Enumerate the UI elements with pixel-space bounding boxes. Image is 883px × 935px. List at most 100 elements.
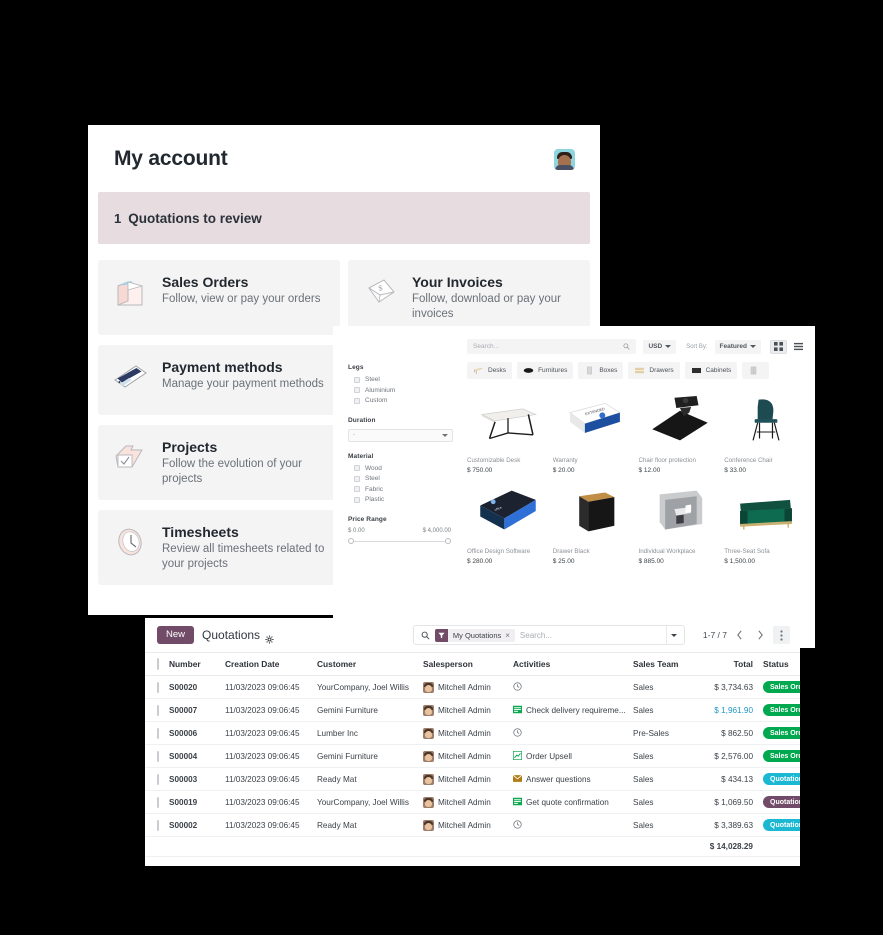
duration-select[interactable]: - <box>348 428 453 442</box>
category-desks[interactable]: Desks <box>467 362 513 379</box>
category-cabinets[interactable]: Cabinets <box>684 362 738 379</box>
table-row[interactable]: S00004 11/03/2023 09:06:45 Gemini Furnitur… <box>145 744 800 768</box>
row-select-cell[interactable] <box>145 721 169 745</box>
row-select-cell[interactable] <box>145 790 169 814</box>
account-card-sales-orders[interactable]: Sales Orders Follow, view or pay your or… <box>98 260 340 335</box>
column-header-sales-team[interactable]: Sales Team <box>633 652 695 676</box>
row-select-cell[interactable] <box>145 744 169 768</box>
account-card-timesheets[interactable]: Timesheets Review all timesheets related… <box>98 510 340 585</box>
table-row[interactable]: S00020 11/03/2023 09:06:45 YourCompany, Jo… <box>145 675 800 699</box>
grid-view-icon[interactable] <box>770 339 787 354</box>
column-header-activities[interactable]: Activities <box>513 652 633 676</box>
row-checkbox[interactable] <box>157 773 159 785</box>
product-card[interactable]: Drawer Black $ 25.00 <box>552 477 636 565</box>
filter-option-label: Wood <box>365 464 382 472</box>
avatar[interactable] <box>554 148 575 170</box>
cell-customer: Ready Mat <box>317 813 423 837</box>
filter-option-material-steel[interactable]: Steel <box>348 475 453 482</box>
table-row[interactable]: S00002 11/03/2023 09:06:45 Ready Mat Mitche… <box>145 813 800 837</box>
product-card[interactable]: Customizable Desk $ 750.00 <box>467 386 550 474</box>
filter-option-legs-steel[interactable]: Steel <box>348 376 453 383</box>
product-price: $ 885.00 <box>638 558 664 565</box>
currency-select[interactable]: USD <box>643 339 677 354</box>
column-header-customer[interactable]: Customer <box>317 652 423 676</box>
row-checkbox[interactable] <box>157 727 159 739</box>
product-card[interactable]: Chair floor protection $ 12.00 <box>638 386 722 474</box>
product-card[interactable]: EXTENDED Warranty $ 20.00 <box>552 386 636 474</box>
new-button[interactable]: New <box>157 626 195 644</box>
select-all-header[interactable] <box>145 652 169 676</box>
table-row[interactable]: S00007 11/03/2023 09:06:45 Gemini Furnitur… <box>145 698 800 722</box>
quotations-to-review-banner[interactable]: 1 Quotations to review <box>98 192 590 244</box>
column-header-total[interactable]: Total <box>695 652 757 676</box>
select-all-checkbox[interactable] <box>157 658 159 670</box>
slider-knob-max[interactable] <box>445 538 451 544</box>
search-facet-my-quotations[interactable]: My Quotations × <box>434 628 515 642</box>
product-card[interactable]: Conference Chair $ 33.00 <box>724 386 807 474</box>
cell-salesperson: Mitchell Admin <box>423 721 513 745</box>
cell-total: $ 1,069.50 <box>695 790 757 814</box>
filter-option-material-fabric[interactable]: Fabric <box>348 486 453 493</box>
table-row[interactable]: S00019 11/03/2023 09:06:45 YourCompany, Jo… <box>145 790 800 814</box>
table-row[interactable]: S00006 11/03/2023 09:06:45 Lumber Inc Mitch… <box>145 721 800 745</box>
product-card[interactable]: office Office Design Software $ 280.00 <box>467 477 550 565</box>
table-row[interactable]: S00003 11/03/2023 09:06:45 Ready Mat Mitche… <box>145 767 800 791</box>
row-checkbox[interactable] <box>157 750 159 762</box>
next-page-button[interactable] <box>752 626 769 644</box>
filter-option-legs-custom[interactable]: Custom <box>348 397 453 404</box>
product-name: Drawer Black <box>552 548 590 555</box>
product-card[interactable]: Three-Seat Sofa $ 1,500.00 <box>724 477 807 565</box>
column-header-salesperson[interactable]: Salesperson <box>423 652 513 676</box>
facet-remove-icon[interactable]: × <box>505 631 515 640</box>
sort-by-select[interactable]: Featured <box>714 339 761 354</box>
search-input[interactable]: My Quotations × Search... <box>412 625 685 645</box>
product-card[interactable]: Individual Workplace $ 885.00 <box>638 477 722 565</box>
salesperson-name: Mitchell Admin <box>438 797 491 807</box>
list-view-icon[interactable] <box>790 340 807 354</box>
cell-sales-team: Sales <box>633 698 695 722</box>
checkbox-icon[interactable] <box>354 486 360 492</box>
checkbox-icon[interactable] <box>354 376 360 383</box>
shop-search-input[interactable]: Search... <box>467 339 637 354</box>
column-header-creation-date[interactable]: Creation Date <box>225 652 317 676</box>
category-bin[interactable] <box>742 362 770 379</box>
filter-option-material-plastic[interactable]: Plastic <box>348 496 453 503</box>
slider-knob-min[interactable] <box>348 538 354 544</box>
envelope-icon <box>513 774 523 785</box>
row-checkbox[interactable] <box>157 796 159 808</box>
account-card-projects[interactable]: Projects Follow the evolution of your pr… <box>98 425 340 500</box>
row-checkbox[interactable] <box>157 704 159 716</box>
banner-count: 1 <box>114 210 122 226</box>
search-dropdown-toggle[interactable] <box>665 626 682 644</box>
slider-track <box>351 540 448 542</box>
account-card-your-invoices[interactable]: $ Your Invoices Follow, download or pay … <box>348 260 590 335</box>
filter-option-legs-aluminium[interactable]: Aluminium <box>348 387 453 394</box>
previous-page-button[interactable] <box>731 626 748 644</box>
category-furnitures[interactable]: Furnitures <box>517 362 574 379</box>
row-select-cell[interactable] <box>145 767 169 791</box>
checkbox-icon[interactable] <box>354 475 360 482</box>
gear-icon[interactable] <box>265 631 274 644</box>
more-options-icon[interactable] <box>773 626 790 644</box>
checkbox-icon[interactable] <box>354 397 360 404</box>
row-checkbox[interactable] <box>157 819 159 831</box>
category-boxes[interactable]: Boxes <box>578 362 624 379</box>
checkbox-icon[interactable] <box>354 496 360 503</box>
pager: 1-7 / 7 <box>703 626 790 644</box>
price-range-slider[interactable] <box>348 537 451 546</box>
breadcrumb[interactable]: Quotations <box>202 628 260 642</box>
row-checkbox[interactable] <box>157 681 159 693</box>
filter-option-material-wood[interactable]: Wood <box>348 465 453 472</box>
product-name: Customizable Desk <box>467 457 521 464</box>
row-select-cell[interactable] <box>145 813 169 837</box>
column-header-status[interactable]: Status <box>757 652 800 676</box>
account-card-payment-methods[interactable]: Payment methods Manage your payment meth… <box>98 345 340 415</box>
filter-heading-price-range: Price Range <box>348 515 387 523</box>
category-drawers[interactable]: Drawers <box>628 362 680 379</box>
checkbox-icon[interactable] <box>354 387 360 393</box>
column-header-number[interactable]: Number <box>169 652 225 676</box>
row-select-cell[interactable] <box>145 675 169 699</box>
row-select-cell[interactable] <box>145 698 169 722</box>
filter-option-label: Aluminium <box>365 386 396 394</box>
checkbox-icon[interactable] <box>354 465 360 471</box>
